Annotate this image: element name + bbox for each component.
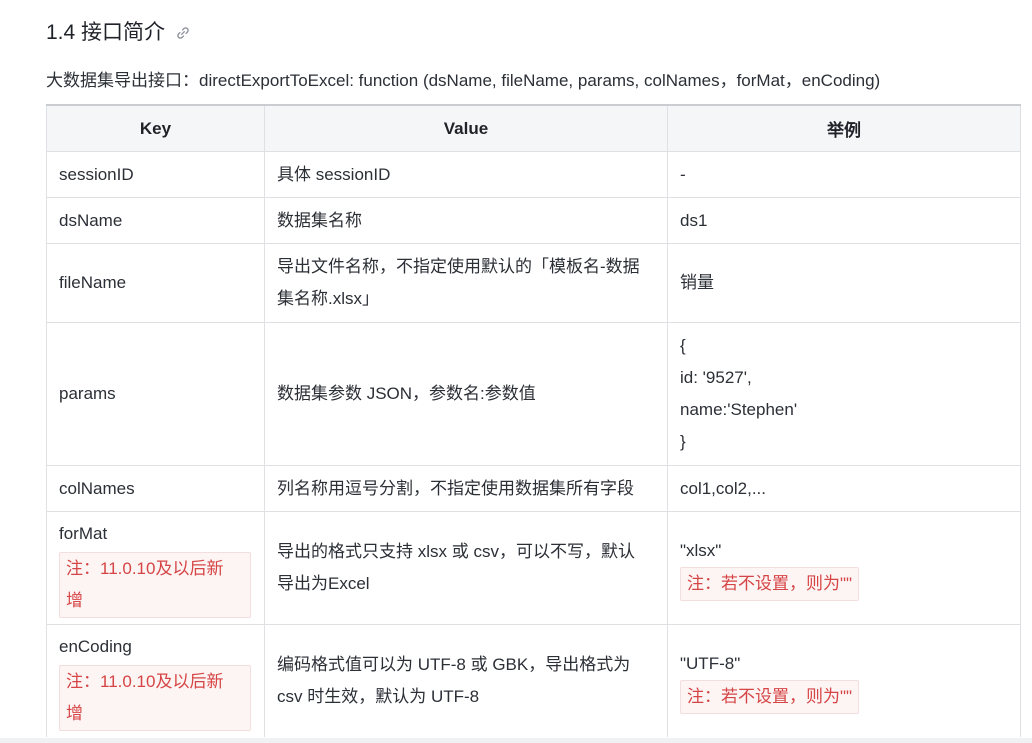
note-line: 注：11.0.10及以后新 bbox=[66, 559, 224, 578]
params-table-wrapper: Key Value 举例 sessionID 具体 sessionID - ds… bbox=[46, 104, 1021, 737]
example-line: { bbox=[680, 336, 686, 355]
value-cell: 编码格式值可以为 UTF-8 或 GBK，导出格式为 csv 时生效，默认为 U… bbox=[264, 624, 668, 737]
column-header-example: 举例 bbox=[667, 104, 1021, 152]
key-cell: colNames bbox=[46, 465, 265, 512]
example-value: "xlsx" bbox=[680, 541, 722, 560]
version-note: 注：11.0.10及以后新 增 bbox=[59, 552, 251, 618]
table-row: forMat 注：11.0.10及以后新 增 导出的格式只支持 xlsx 或 c… bbox=[46, 511, 1021, 625]
key-label: forMat bbox=[59, 524, 108, 543]
note-line: 增 bbox=[66, 591, 83, 610]
example-cell: - bbox=[667, 151, 1021, 198]
default-note: 注：若不设置，则为"" bbox=[680, 567, 860, 601]
table-header-row: Key Value 举例 bbox=[46, 104, 1021, 152]
value-line: 导出文件名称，不指定使用默认的「模板名-数据 bbox=[277, 257, 640, 276]
example-cell: "xlsx" 注：若不设置，则为"" bbox=[667, 511, 1021, 625]
key-cell: sessionID bbox=[46, 151, 265, 198]
example-line: id: '9527', bbox=[680, 368, 752, 387]
example-cell: "UTF-8" 注：若不设置，则为"" bbox=[667, 624, 1021, 737]
value-line: csv 时生效，默认为 UTF-8 bbox=[277, 687, 480, 706]
example-cell: { id: '9527', name:'Stephen' } bbox=[667, 322, 1021, 466]
table-row: params 数据集参数 JSON，参数名:参数值 { id: '9527', … bbox=[46, 322, 1021, 466]
table-row: enCoding 注：11.0.10及以后新 增 编码格式值可以为 UTF-8 … bbox=[46, 624, 1021, 737]
key-cell: dsName bbox=[46, 197, 265, 244]
example-cell: col1,col2,... bbox=[667, 465, 1021, 512]
table-row: fileName 导出文件名称，不指定使用默认的「模板名-数据 集名称.xlsx… bbox=[46, 243, 1021, 323]
key-label: enCoding bbox=[59, 637, 132, 656]
note-line: 增 bbox=[66, 704, 83, 723]
example-cell: ds1 bbox=[667, 197, 1021, 244]
link-icon[interactable] bbox=[175, 25, 191, 41]
value-cell: 列名称用逗号分割，不指定使用数据集所有字段 bbox=[264, 465, 668, 512]
value-line: 编码格式值可以为 UTF-8 或 GBK，导出格式为 bbox=[277, 655, 631, 674]
value-line: 集名称.xlsx」 bbox=[277, 289, 379, 308]
example-value: "UTF-8" bbox=[680, 654, 741, 673]
value-cell: 导出的格式只支持 xlsx 或 csv，可以不写，默认 导出为Excel bbox=[264, 511, 668, 625]
example-line: } bbox=[680, 432, 686, 451]
section-title: 1.4 接口简介 bbox=[46, 21, 166, 44]
column-header-key: Key bbox=[46, 104, 265, 152]
table-row: sessionID 具体 sessionID - bbox=[46, 151, 1021, 198]
value-line: 导出为Excel bbox=[277, 574, 370, 593]
column-header-value: Value bbox=[264, 104, 668, 152]
table-row: colNames 列名称用逗号分割，不指定使用数据集所有字段 col1,col2… bbox=[46, 465, 1021, 512]
default-note: 注：若不设置，则为"" bbox=[680, 680, 860, 714]
params-table: Key Value 举例 sessionID 具体 sessionID - ds… bbox=[46, 104, 1021, 737]
intro-text: 大数据集导出接口：directExportToExcel: function (… bbox=[46, 71, 881, 90]
table-row: dsName 数据集名称 ds1 bbox=[46, 197, 1021, 244]
key-cell: params bbox=[46, 322, 265, 466]
key-cell: fileName bbox=[46, 243, 265, 323]
value-cell: 数据集名称 bbox=[264, 197, 668, 244]
value-line: 导出的格式只支持 xlsx 或 csv，可以不写，默认 bbox=[277, 542, 635, 561]
example-cell: 销量 bbox=[667, 243, 1021, 323]
value-cell: 数据集参数 JSON，参数名:参数值 bbox=[264, 322, 668, 466]
horizontal-scrollbar-track[interactable] bbox=[0, 738, 1032, 743]
note-line: 注：11.0.10及以后新 bbox=[66, 672, 224, 691]
example-line: name:'Stephen' bbox=[680, 400, 798, 419]
section-heading: 1.4 接口简介 bbox=[46, 16, 191, 46]
value-cell: 导出文件名称，不指定使用默认的「模板名-数据 集名称.xlsx」 bbox=[264, 243, 668, 323]
version-note: 注：11.0.10及以后新 增 bbox=[59, 665, 251, 731]
value-cell: 具体 sessionID bbox=[264, 151, 668, 198]
key-cell: forMat 注：11.0.10及以后新 增 bbox=[46, 511, 265, 625]
key-cell: enCoding 注：11.0.10及以后新 增 bbox=[46, 624, 265, 737]
